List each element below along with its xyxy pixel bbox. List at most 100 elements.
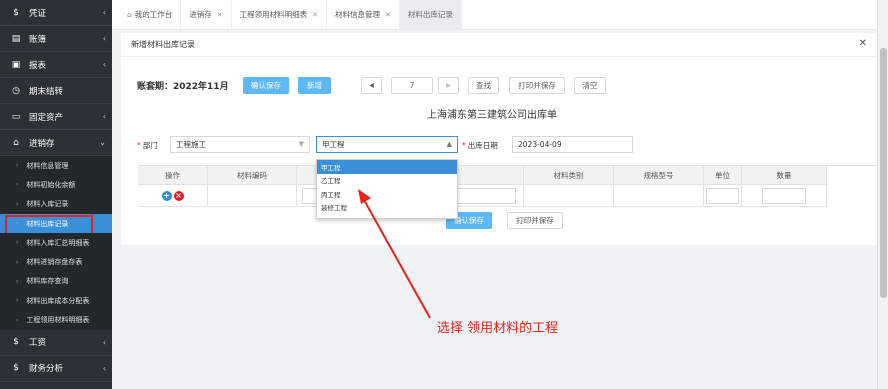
dropdown-option[interactable]: 乙工程 [317, 174, 457, 188]
sidebar-sub-label: 材料进销存盘存表 [26, 258, 83, 267]
add-button[interactable]: 新增 [298, 77, 331, 94]
close-icon[interactable]: ✕ [385, 11, 391, 19]
column-header: 操作 [138, 166, 208, 185]
tab-bar: ⌂ 我的工作台 进销存 ✕ 工程领用材料明细表 ✕ 材料信息管理 ✕ 材料出库记录 [112, 0, 877, 30]
sidebar-item-label: 账簿 [29, 34, 47, 45]
add-row-icon[interactable]: + [161, 190, 172, 201]
quantity-cell[interactable] [742, 185, 827, 207]
material-code-cell[interactable] [208, 185, 297, 207]
dollar-icon: $ [13, 363, 19, 374]
sidebar-item-settings[interactable]: ⚙设置‹ [0, 382, 112, 389]
sidebar-sub-stock-query[interactable]: › 材料库存查询 [0, 271, 112, 292]
department-label: * 部门 [137, 141, 158, 150]
delete-row-icon[interactable]: × [173, 190, 184, 201]
scrollbar-thumb[interactable] [880, 48, 887, 298]
sidebar-sub-label: 材料信息管理 [26, 161, 69, 170]
chevron-right-icon: › [16, 277, 19, 285]
sidebar-item-voucher[interactable]: $ 凭证 ‹ [0, 0, 112, 26]
sidebar-sub-label: 材料出库记录 [26, 219, 69, 228]
scrollbar[interactable] [877, 0, 888, 389]
column-header: 单位 [704, 166, 742, 185]
project-select[interactable]: 甲工程 ▲ [316, 136, 458, 153]
table-header: 操作 材料编码 材料类别 规格型号 单位 数量 [138, 166, 877, 185]
chevron-right-icon: › [16, 316, 19, 324]
prev-page-button[interactable]: ◀ [361, 77, 382, 94]
dropdown-option[interactable]: 丙工程 [317, 187, 457, 201]
sidebar-item-label: 进销存 [29, 138, 55, 149]
material-category-cell[interactable] [524, 185, 614, 207]
sidebar-sub-cost-allocation[interactable]: › 材料出库成本分配表 [0, 291, 112, 311]
sidebar-item-payroll[interactable]: $ 工资 ‹ [0, 330, 112, 356]
chevron-up-icon: ▲ [446, 140, 452, 148]
sidebar-item-ledger[interactable]: ▤ 账簿 ‹ [0, 26, 112, 52]
sidebar-sub-material-in[interactable]: › 材料入库记录 [0, 194, 112, 214]
cell-input[interactable] [706, 187, 739, 204]
sidebar-item-label: 工资 [29, 338, 47, 349]
chevron-right-icon: › [16, 239, 19, 247]
chevron-right-icon: › [16, 297, 19, 305]
row-actions: + × [138, 185, 208, 207]
tab-label: 材料信息管理 [335, 10, 381, 19]
sidebar-item-period-end[interactable]: ◷ 期末结转 [0, 78, 112, 104]
chevron-right-icon: › [16, 200, 19, 208]
sidebar: $ 凭证 ‹ ▤ 账簿 ‹ ▣ 报表 ‹ ◷ 期末结转 ▭ 固定资产 ‹ ⌂ 进销存 ⌄ › 材料信息管… [0, 0, 112, 389]
caret-right-icon: ▶ [446, 82, 451, 89]
date-input[interactable]: 2023-04-09 [512, 136, 633, 153]
cell-input[interactable] [762, 187, 806, 204]
project-dropdown: 甲工程 乙工程 丙工程 装修工程 [316, 159, 458, 219]
sidebar-item-fixed-assets[interactable]: ▭ 固定资产 ‹ [0, 104, 112, 130]
home-icon: ⌂ [13, 137, 19, 148]
find-button[interactable]: 查找 [468, 77, 499, 94]
caret-left-icon: ◀ [369, 82, 374, 89]
clock-icon: ◷ [12, 85, 20, 96]
print-save-button[interactable]: 打印并保存 [509, 77, 565, 94]
clear-button[interactable]: 清空 [574, 77, 606, 94]
unit-cell[interactable] [704, 185, 742, 207]
sidebar-item-label: 固定资产 [29, 112, 64, 123]
close-icon[interactable]: ✕ [312, 11, 318, 19]
monitor-icon: ▭ [11, 111, 21, 122]
chevron-right-icon: › [16, 258, 19, 266]
column-header: 数量 [742, 166, 827, 185]
close-icon[interactable]: ✕ [217, 11, 223, 19]
sidebar-item-inventory[interactable]: ⌂ 进销存 ⌄ [0, 130, 112, 156]
confirm-save-button[interactable]: 确认保存 [243, 77, 289, 94]
sidebar-sub-in-summary[interactable]: › 材料入库汇总明细表 [0, 233, 112, 253]
sidebar-item-analysis[interactable]: $ 财务分析 ‹ [0, 356, 112, 382]
sidebar-sub-label: 材料初始化余额 [26, 180, 76, 189]
sidebar-sub-material-info[interactable]: › 材料信息管理 [0, 156, 112, 176]
tab-project-usage[interactable]: 工程领用材料明细表 ✕ [232, 0, 328, 30]
department-select[interactable]: 工程施工 ▼ [170, 136, 310, 153]
tab-material-info[interactable]: 材料信息管理 ✕ [327, 0, 400, 30]
sidebar-sub-material-init[interactable]: › 材料初始化余额 [0, 175, 112, 195]
chevron-down-icon: ⌄ [99, 138, 106, 147]
tab-material-out[interactable]: 材料出库记录 [399, 0, 462, 30]
sidebar-item-report[interactable]: ▣ 报表 ‹ [0, 52, 112, 78]
sidebar-sub-inventory-count[interactable]: › 材料进销存盘存表 [0, 252, 112, 272]
close-icon[interactable]: ✕ [859, 38, 867, 49]
dropdown-option[interactable]: 装修工程 [317, 201, 457, 215]
annotation-text: 选择 领用材料的工程 [437, 321, 559, 336]
home-icon: ⌂ [127, 10, 132, 19]
print-save-bottom-button[interactable]: 打印并保存 [507, 212, 563, 229]
tab-workbench[interactable]: ⌂ 我的工作台 [119, 0, 182, 30]
sidebar-sub-label: 材料库存查询 [26, 277, 69, 286]
ledger-icon: ▤ [11, 33, 21, 44]
next-page-button[interactable]: ▶ [438, 77, 459, 94]
sidebar-item-label: 期末结转 [29, 86, 64, 97]
sidebar-sub-label: 材料出库成本分配表 [26, 296, 90, 305]
dropdown-option[interactable]: 甲工程 [317, 160, 457, 174]
chevron-left-icon: ‹ [102, 34, 106, 43]
dialog-header: 新增材料出库记录 ✕ [121, 33, 877, 57]
tab-label: 我的工作台 [134, 10, 173, 19]
dialog-title: 新增材料出库记录 [131, 40, 195, 49]
sidebar-item-label: 凭证 [29, 8, 47, 19]
chevron-left-icon: ‹ [102, 337, 106, 347]
page-number-input[interactable]: 7 [391, 77, 433, 94]
chevron-left-icon: ‹ [102, 363, 106, 373]
spec-cell[interactable] [614, 185, 704, 207]
sidebar-sub-material-out[interactable]: › 材料出库记录 [0, 213, 112, 238]
sidebar-sub-project-usage[interactable]: › 工程领用材料明细表 [0, 310, 112, 330]
tab-inventory[interactable]: 进销存 ✕ [181, 0, 232, 30]
dialog-panel: 新增材料出库记录 ✕ 账套期：2022年11月 确认保存 新增 ◀ 7 ▶ 查找 … [121, 33, 877, 245]
